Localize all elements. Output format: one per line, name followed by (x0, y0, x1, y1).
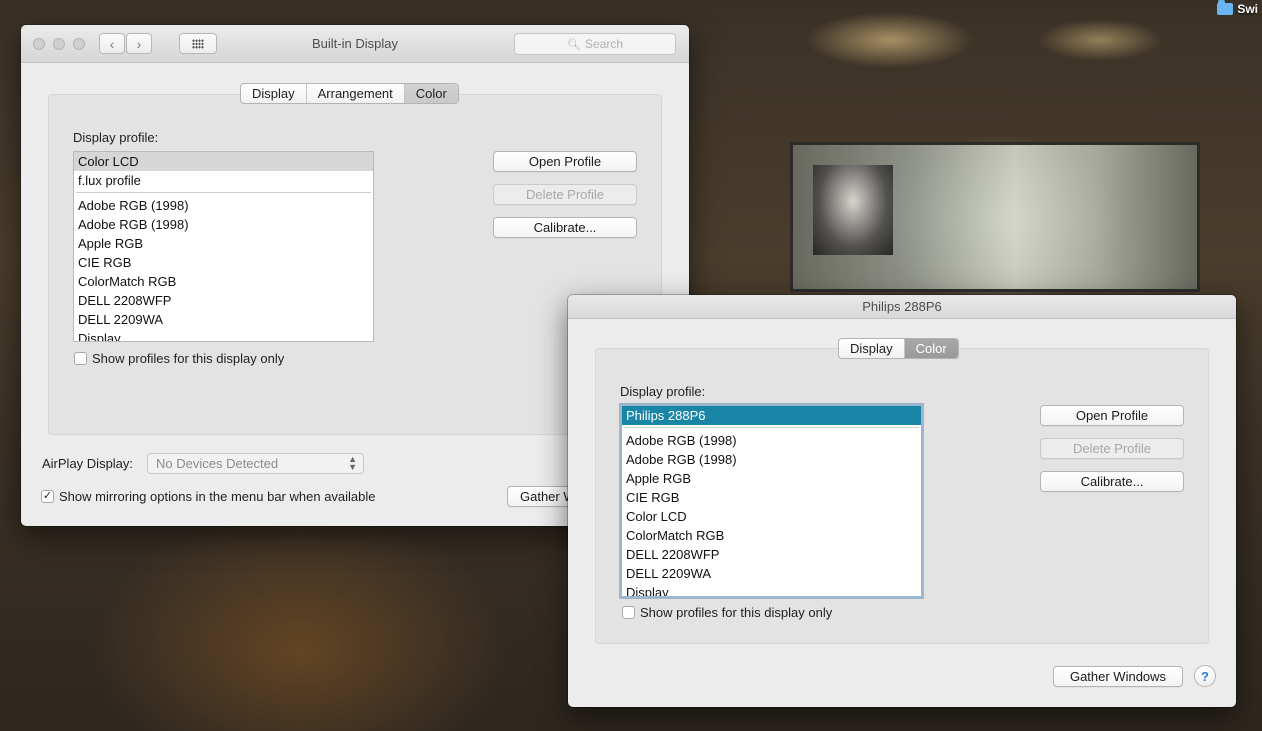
mirroring-checkbox[interactable]: ✓ Show mirroring options in the menu bar… (41, 489, 376, 504)
search-placeholder: Search (584, 37, 623, 51)
popup-arrows-icon: ▲ ▼ (348, 454, 357, 472)
profile-list[interactable]: Color LCD f.lux profile Adobe RGB (1998)… (73, 151, 374, 342)
mirroring-label: Show mirroring options in the menu bar w… (59, 489, 376, 504)
calibrate-button[interactable]: Calibrate... (1040, 471, 1184, 492)
desktop-folder-label: Swi (1237, 2, 1258, 16)
titlebar[interactable]: ‹ › Built-in Display 🔍︎ Search (21, 25, 689, 63)
tab-color[interactable]: Color (404, 84, 458, 103)
titlebar[interactable]: Philips 288P6 (568, 295, 1236, 319)
list-item[interactable]: DELL 2208WFP (622, 545, 921, 564)
tab-bar: Display Arrangement Color (240, 83, 459, 104)
list-item[interactable]: Adobe RGB (1998) (74, 215, 373, 234)
folder-icon (1217, 0, 1234, 15)
gather-windows-button[interactable]: Gather Windows (1053, 666, 1183, 687)
show-profiles-label: Show profiles for this display only (92, 351, 285, 366)
wallpaper-figure (813, 165, 893, 255)
list-item[interactable]: DELL 2208WFP (74, 291, 373, 310)
list-item[interactable]: ColorMatch RGB (74, 272, 373, 291)
window-title: Philips 288P6 (862, 299, 942, 314)
list-item[interactable]: Display (622, 583, 921, 596)
help-button[interactable]: ? (1194, 665, 1216, 687)
delete-profile-button[interactable]: Delete Profile (493, 184, 637, 205)
tab-display[interactable]: Display (241, 84, 307, 103)
airplay-value: No Devices Detected (156, 456, 279, 471)
checkbox[interactable] (622, 606, 635, 619)
show-profiles-checkbox[interactable]: Show profiles for this display only (622, 605, 832, 620)
airplay-label: AirPlay Display: (42, 456, 134, 471)
airplay-popup[interactable]: No Devices Detected ▲ ▼ (147, 453, 364, 474)
display-profile-label: Display profile: (73, 130, 159, 145)
help-icon: ? (1201, 668, 1209, 684)
delete-profile-button[interactable]: Delete Profile (1040, 438, 1184, 459)
profile-list[interactable]: Philips 288P6 Adobe RGB (1998) Adobe RGB… (619, 403, 924, 599)
desktop-folder[interactable]: Swi (1217, 0, 1262, 18)
list-separator (76, 192, 371, 193)
tab-display[interactable]: Display (839, 339, 905, 358)
list-item[interactable]: DELL 2209WA (74, 310, 373, 329)
display-profile-label: Display profile: (620, 384, 706, 399)
search-field[interactable]: 🔍︎ Search (514, 33, 676, 55)
tab-arrangement[interactable]: Arrangement (307, 84, 405, 103)
list-item[interactable]: ColorMatch RGB (622, 526, 921, 545)
list-separator (624, 427, 919, 428)
list-item[interactable]: CIE RGB (622, 488, 921, 507)
list-item-selected[interactable]: Color LCD (74, 152, 373, 171)
list-item[interactable]: Color LCD (622, 507, 921, 526)
show-profiles-checkbox[interactable]: Show profiles for this display only (74, 351, 284, 366)
list-item[interactable]: f.lux profile (74, 171, 373, 190)
calibrate-button[interactable]: Calibrate... (493, 217, 637, 238)
list-item[interactable]: Adobe RGB (1998) (622, 450, 921, 469)
list-item-selected[interactable]: Philips 288P6 (622, 406, 921, 425)
search-icon: 🔍︎ (567, 38, 581, 51)
desktop-wallpaper-screen (790, 142, 1200, 292)
show-profiles-label: Show profiles for this display only (640, 605, 833, 620)
open-profile-button[interactable]: Open Profile (1040, 405, 1184, 426)
checkbox-checked[interactable]: ✓ (41, 490, 54, 503)
list-item[interactable]: Adobe RGB (1998) (74, 196, 373, 215)
tab-bar: Display Color (838, 338, 959, 359)
list-item[interactable]: Display (74, 329, 373, 341)
list-item[interactable]: CIE RGB (74, 253, 373, 272)
tab-color[interactable]: Color (904, 339, 958, 358)
open-profile-button[interactable]: Open Profile (493, 151, 637, 172)
list-item[interactable]: Apple RGB (622, 469, 921, 488)
checkbox[interactable] (74, 352, 87, 365)
list-item[interactable]: Adobe RGB (1998) (622, 431, 921, 450)
list-item[interactable]: Apple RGB (74, 234, 373, 253)
list-item[interactable]: DELL 2209WA (622, 564, 921, 583)
philips-display-window: Philips 288P6 Display Color Display prof… (568, 295, 1236, 707)
